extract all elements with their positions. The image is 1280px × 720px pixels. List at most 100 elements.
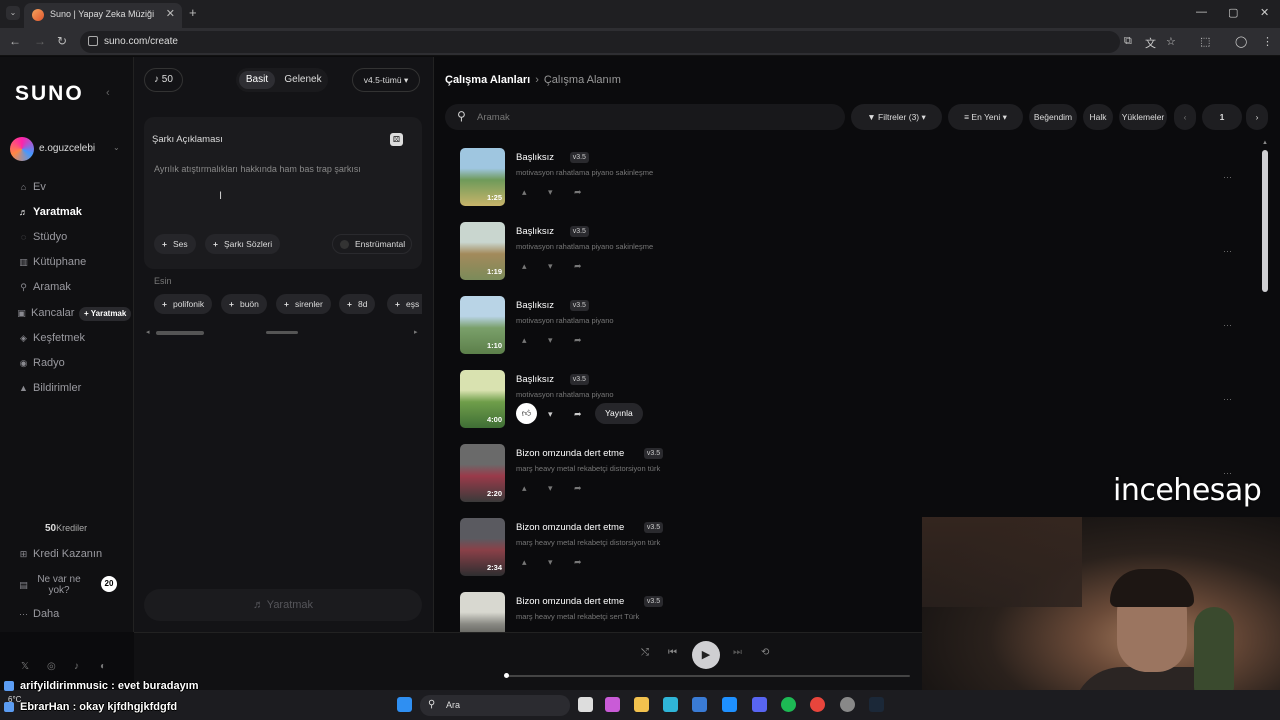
page-number[interactable]: 1 (1202, 104, 1242, 130)
windows-start-icon[interactable] (397, 697, 412, 712)
forward-icon[interactable]: → (34, 34, 46, 48)
obs-icon[interactable] (840, 697, 855, 712)
share-icon[interactable]: ➦ (574, 187, 582, 198)
song-title[interactable]: Başlıksız (516, 374, 554, 385)
like-icon[interactable]: ▴ (522, 557, 527, 568)
discord-icon[interactable]: ◐ (100, 661, 106, 672)
new-tab-button[interactable]: + (189, 5, 197, 20)
back-icon[interactable]: ← (9, 34, 21, 48)
model-version-select[interactable]: v4.5-tümü ▾ (352, 68, 420, 92)
sidebar-item-explore[interactable]: ◈ Keşfetmek (18, 330, 85, 346)
chrome-icon[interactable] (810, 697, 825, 712)
shuffle-icon[interactable]: ⤭ (641, 647, 649, 658)
randomize-dice-icon[interactable]: ⚄ (390, 133, 403, 146)
song-cover-art[interactable]: 2:34 (460, 518, 505, 576)
song-more-options-icon[interactable]: ··· (1223, 394, 1232, 404)
sidebar-item-home[interactable]: ⌂ Ev (18, 179, 46, 195)
site-info-icon[interactable] (88, 36, 98, 46)
uploads-filter-button[interactable]: Yüklemeler (1119, 104, 1167, 130)
sidebar-item-create[interactable]: ♬ Yaratmak (18, 204, 82, 220)
progress-track[interactable] (506, 675, 910, 677)
workspace-scrollbar-thumb[interactable] (1262, 150, 1268, 292)
earn-credits-link[interactable]: ⊞ Kredi Kazanın (18, 546, 102, 562)
dislike-icon[interactable]: ▾ (548, 335, 553, 346)
progress-handle[interactable] (504, 673, 509, 678)
like-button[interactable]: 👍︎ (516, 403, 537, 424)
credits-pill[interactable]: ♪ 50 (144, 68, 183, 92)
copilot-icon[interactable] (605, 697, 620, 712)
sidebar-item-hooks[interactable]: ▣ Kancalar (16, 305, 74, 321)
song-description-input[interactable]: Ayrılık atıştırmalıkları hakkında ham ba… (154, 164, 361, 174)
install-app-icon[interactable]: ⧉ (1124, 35, 1132, 48)
user-menu-caret-icon[interactable]: ⌄ (113, 143, 120, 152)
song-row[interactable]: 1:10 Başlıksız v3.5 motivasyon rahatlama pi… (460, 296, 1250, 360)
add-audio-chip[interactable]: + Ses (154, 234, 196, 254)
song-title[interactable]: Başlıksız (516, 226, 554, 237)
song-cover-art[interactable]: 1:19 (460, 222, 505, 280)
sidebar-item-notifications[interactable]: ▲ Bildirimler (18, 380, 81, 396)
song-title[interactable]: Bizon omzunda dert etme (516, 448, 624, 459)
url-field[interactable]: suno.com/create (80, 31, 1120, 53)
minimize-button[interactable]: — (1196, 6, 1207, 18)
previous-track-icon[interactable]: ⏮ (668, 647, 677, 658)
hooks-create-badge[interactable]: + Yaratmak (79, 307, 132, 321)
tab-list-button[interactable]: ⌄ (6, 6, 20, 20)
dislike-icon[interactable]: ▾ (548, 483, 553, 494)
scroll-up-icon[interactable]: ▲ (1262, 140, 1268, 146)
taskbar-search[interactable]: ⚲ Ara (420, 695, 570, 716)
task-view-icon[interactable] (578, 697, 593, 712)
share-icon[interactable]: ➦ (574, 557, 582, 568)
song-cover-art[interactable]: 2:20 (460, 444, 505, 502)
tiktok-icon[interactable]: ♪ (74, 661, 79, 672)
like-icon[interactable]: ▴ (522, 261, 527, 272)
share-icon[interactable]: ➦ (574, 483, 582, 494)
instagram-icon[interactable]: ◎ (47, 661, 56, 672)
create-song-button[interactable]: ♬ Yaratmak (144, 589, 422, 621)
reload-icon[interactable]: ↻ (57, 34, 67, 48)
song-more-options-icon[interactable]: ··· (1223, 246, 1232, 256)
like-icon[interactable]: ▴ (522, 335, 527, 346)
avatar[interactable] (10, 137, 34, 161)
inspiration-chip[interactable]: +8d (339, 294, 376, 314)
dislike-icon[interactable]: ▾ (548, 409, 553, 420)
prev-page-button[interactable]: ‹ (1174, 104, 1196, 130)
inspiration-chip[interactable]: + polifonik (154, 294, 213, 314)
x-twitter-icon[interactable]: 𝕏 (21, 661, 29, 672)
browser-tab[interactable]: Suno | Yapay Zeka Müziği ✕ (24, 3, 182, 28)
dislike-icon[interactable]: ▾ (548, 261, 553, 272)
like-icon[interactable]: ▴ (522, 483, 527, 494)
whats-new-link[interactable]: ▤ Ne var ne yok? (18, 573, 85, 597)
bookmark-star-icon[interactable]: ☆ (1166, 35, 1176, 48)
mode-simple-tab[interactable]: Basit (239, 71, 275, 89)
inspiration-scrollbar[interactable]: ◂ ▸ (146, 328, 420, 336)
inspiration-chip[interactable]: + eşs (387, 294, 422, 314)
scroll-left-icon[interactable]: ◂ (146, 328, 150, 336)
share-icon[interactable]: ➦ (574, 261, 582, 272)
scroll-right-icon[interactable]: ▸ (414, 328, 418, 336)
workspace-search[interactable]: ⚲ Aramak (445, 104, 845, 130)
close-window-button[interactable]: ✕ (1260, 6, 1269, 19)
share-icon[interactable]: ➦ (574, 409, 582, 420)
scrollbar-thumb[interactable] (156, 331, 204, 335)
tab-close-icon[interactable]: ✕ (166, 7, 175, 20)
file-explorer-icon[interactable] (634, 697, 649, 712)
public-filter-button[interactable]: Halk (1083, 104, 1113, 130)
store-icon[interactable] (692, 697, 707, 712)
sort-button[interactable]: ≡ En Yeni ▾ (948, 104, 1023, 130)
mode-custom-tab[interactable]: Gelenek (281, 71, 325, 89)
inspiration-chip[interactable]: + buön (221, 294, 267, 314)
song-title[interactable]: Bizon omzunda dert etme (516, 522, 624, 533)
share-icon[interactable]: ➦ (574, 335, 582, 346)
maximize-button[interactable]: ▢ (1228, 6, 1238, 19)
repeat-icon[interactable]: ⟲ (761, 647, 769, 658)
add-lyrics-chip[interactable]: + Şarkı Sözleri (205, 234, 281, 254)
search-input[interactable]: Aramak (477, 112, 510, 123)
browser-menu-icon[interactable]: ⋮ (1262, 35, 1273, 48)
song-cover-art[interactable]: 1:10 (460, 296, 505, 354)
next-page-button[interactable]: › (1246, 104, 1268, 130)
sidebar-item-radio[interactable]: ◉ Radyo (18, 355, 65, 371)
edge-icon[interactable] (663, 697, 678, 712)
song-row[interactable]: 1:25 Başlıksız v3.5 motivasyon rahatlama pi… (460, 148, 1250, 212)
extensions-icon[interactable]: ⬚ (1200, 35, 1210, 48)
song-title[interactable]: Bizon omzunda dert etme (516, 596, 624, 607)
